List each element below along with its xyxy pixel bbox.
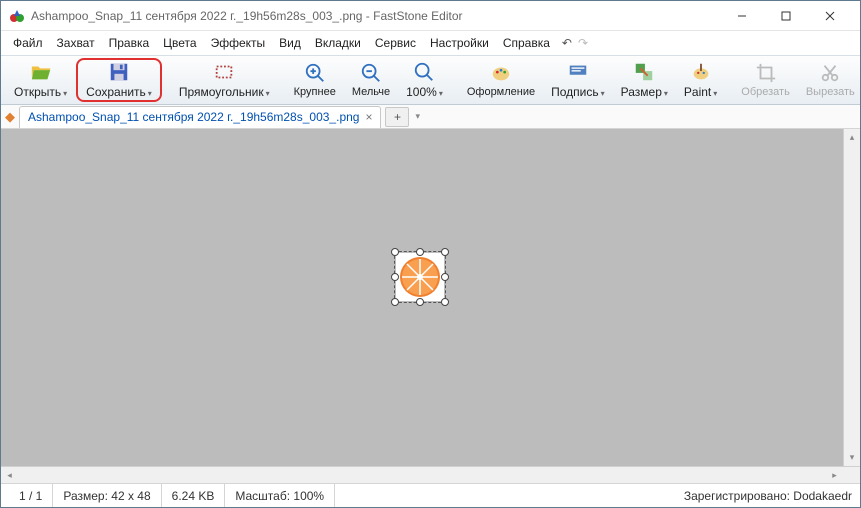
resize-handle[interactable] (441, 298, 449, 306)
save-button[interactable]: Сохранить▾ (76, 58, 162, 102)
menu-edit[interactable]: Правка (103, 33, 156, 53)
zoom100-icon (413, 61, 435, 83)
scissors-icon (819, 62, 841, 84)
orange-slice-icon (396, 253, 444, 301)
scroll-left-icon[interactable]: ◂ (1, 467, 18, 483)
zoomout-button[interactable]: Мельче (345, 58, 397, 102)
menu-effects[interactable]: Эффекты (205, 33, 272, 53)
crop-label: Обрезать (741, 86, 790, 98)
status-page: 1 / 1 (9, 484, 53, 507)
maximize-button[interactable] (764, 2, 808, 30)
statusbar: 1 / 1 Размер: 42 x 48 6.24 KB Масштаб: 1… (1, 483, 860, 507)
redo-icon[interactable]: ↷ (578, 36, 588, 50)
status-scale: Масштаб: 100% (225, 484, 335, 507)
vertical-scrollbar[interactable]: ▴ ▾ (843, 129, 860, 466)
menu-service[interactable]: Сервис (369, 33, 422, 53)
undo-icon[interactable]: ↶ (562, 36, 572, 50)
resize-label: Размер (621, 85, 662, 99)
palette-icon (490, 62, 512, 84)
caption-icon (567, 61, 589, 83)
titlebar: Ashampoo_Snap_11 сентября 2022 г._19h56m… (1, 1, 860, 31)
draw-button[interactable]: Оформление (460, 58, 542, 102)
close-button[interactable] (808, 2, 852, 30)
status-registered: Зарегистрировано: Dodakaedr (684, 489, 852, 503)
resize-handle[interactable] (416, 248, 424, 256)
status-filesize: 6.24 KB (162, 484, 226, 507)
tab-unsaved-icon: ◆ (5, 109, 15, 125)
resize-handle[interactable] (391, 273, 399, 281)
zoom100-button[interactable]: 100%▾ (399, 58, 450, 102)
new-tab-button[interactable]: + (385, 107, 409, 127)
resize-handle[interactable] (391, 248, 399, 256)
menu-capture[interactable]: Захват (51, 33, 101, 53)
paint-label: Paint (684, 85, 711, 99)
minimize-button[interactable] (720, 2, 764, 30)
rectangle-icon (213, 61, 235, 83)
rectangle-label: Прямоугольник (179, 85, 264, 99)
menu-help[interactable]: Справка (497, 33, 556, 53)
zoomin-label: Крупнее (294, 86, 336, 98)
app-icon (9, 8, 25, 24)
zoomout-label: Мельче (352, 86, 390, 98)
open-label: Открыть (14, 85, 61, 99)
menubar: Файл Захват Правка Цвета Эффекты Вид Вкл… (1, 31, 860, 55)
horizontal-scrollbar[interactable]: ◂ ▸ (1, 466, 860, 483)
crop-button[interactable]: Обрезать (734, 58, 797, 102)
zoomout-icon (360, 62, 382, 84)
tab-close-icon[interactable]: × (365, 110, 372, 124)
scroll-up-icon[interactable]: ▴ (844, 129, 860, 146)
save-icon (108, 61, 130, 83)
resize-handle[interactable] (416, 298, 424, 306)
document-tab[interactable]: Ashampoo_Snap_11 сентября 2022 г._19h56m… (19, 106, 381, 128)
caption-label: Подпись (551, 85, 599, 99)
menu-file[interactable]: Файл (7, 33, 49, 53)
menu-colors[interactable]: Цвета (157, 33, 202, 53)
draw-label: Оформление (467, 86, 535, 98)
resize-handle[interactable] (441, 248, 449, 256)
zoomin-icon (304, 62, 326, 84)
scroll-right-icon[interactable]: ▸ (826, 467, 843, 483)
window-title: Ashampoo_Snap_11 сентября 2022 г._19h56m… (31, 9, 720, 23)
resize-handle[interactable] (391, 298, 399, 306)
resize-button[interactable]: Размер▾ (614, 58, 675, 102)
image-object[interactable] (396, 253, 444, 301)
menu-settings[interactable]: Настройки (424, 33, 495, 53)
resize-handle[interactable] (441, 273, 449, 281)
status-size: Размер: 42 x 48 (53, 484, 161, 507)
resize-icon (633, 61, 655, 83)
caption-button[interactable]: Подпись▾ (544, 58, 612, 102)
toolbar: Открыть▾ Сохранить▾ Прямоугольник▾ Крупн… (1, 55, 860, 105)
zoomin-button[interactable]: Крупнее (287, 58, 343, 102)
crop-icon (755, 62, 777, 84)
scroll-down-icon[interactable]: ▾ (844, 449, 860, 466)
cut-label: Вырезать (806, 86, 855, 98)
cut-button[interactable]: Вырезать (799, 58, 861, 102)
tabbar: ◆ Ashampoo_Snap_11 сентября 2022 г._19h5… (1, 105, 860, 129)
app-window: Ashampoo_Snap_11 сентября 2022 г._19h56m… (0, 0, 861, 508)
open-button[interactable]: Открыть▾ (7, 58, 74, 102)
save-label: Сохранить (86, 85, 146, 99)
menu-tabs[interactable]: Вкладки (309, 33, 367, 53)
paint-icon (690, 61, 712, 83)
workarea: ▴ ▾ (1, 129, 860, 466)
zoom100-label: 100% (406, 85, 437, 99)
folder-open-icon (30, 61, 52, 83)
tab-dropdown-icon[interactable]: ▾ (415, 111, 420, 122)
paint-button[interactable]: Paint▾ (677, 58, 724, 102)
tab-label: Ashampoo_Snap_11 сентября 2022 г._19h56m… (28, 110, 359, 124)
menu-view[interactable]: Вид (273, 33, 307, 53)
window-controls (720, 2, 852, 30)
canvas[interactable] (1, 129, 843, 466)
rectangle-button[interactable]: Прямоугольник▾ (172, 58, 277, 102)
